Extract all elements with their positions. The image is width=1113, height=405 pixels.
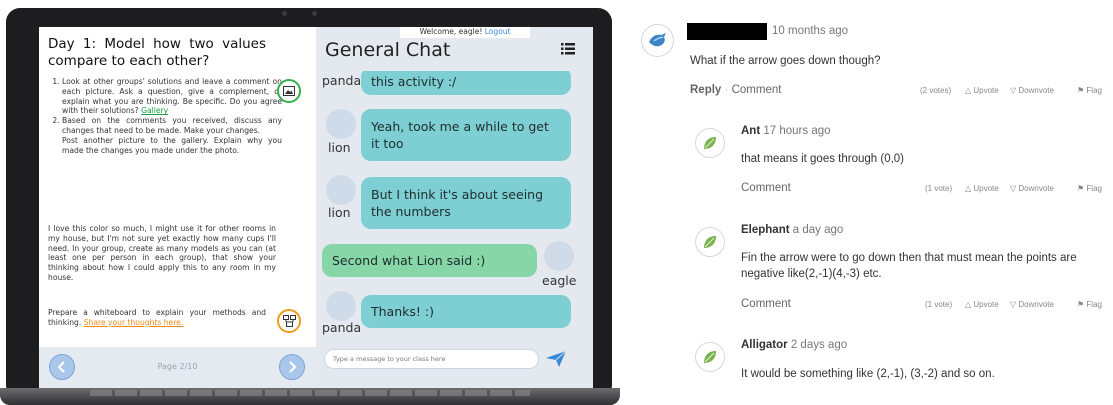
downvote-button[interactable]: ▽ Downvote	[1010, 300, 1054, 309]
post-time: 10 months ago	[772, 25, 849, 37]
reply-author[interactable]: Elephant	[741, 224, 790, 236]
laptop-base	[0, 388, 620, 405]
downvote-button[interactable]: ▽ Downvote	[1010, 184, 1054, 193]
reply-text: It would be something like (2,-1), (3,-2…	[741, 368, 995, 380]
flag-button[interactable]: ⚑ Flag	[1077, 184, 1102, 193]
comment-link[interactable]: Comment	[741, 298, 791, 310]
lesson-paragraph: I love this color so much, I might use i…	[48, 224, 276, 282]
welcome-banner: Welcome, eagle! Logout	[400, 27, 530, 38]
prepare-paragraph: Prepare a whiteboard to explain your met…	[48, 308, 266, 327]
comment-link[interactable]: Comment	[732, 84, 782, 96]
flag-button[interactable]: ⚑ Flag	[1077, 300, 1102, 309]
chat-title: General Chat	[325, 39, 451, 61]
gallery-icon[interactable]	[277, 79, 301, 103]
vote-count: (1 vote)	[925, 184, 953, 193]
avatar	[326, 175, 356, 205]
chat-message: But I think it's about seeing the number…	[361, 177, 571, 229]
menu-icon[interactable]	[561, 43, 575, 55]
redacted-username	[687, 23, 767, 40]
bird-icon	[648, 32, 666, 46]
camera-dot	[282, 11, 287, 16]
next-arrow-icon	[289, 361, 297, 373]
reply-meta: Elephant a day ago	[741, 224, 844, 236]
chat-message: this activity :/	[361, 67, 571, 95]
leaf-icon	[704, 137, 716, 149]
comment-thread: 10 months ago What if the arrow goes dow…	[620, 0, 1113, 405]
flag-button[interactable]: ⚑ Flag	[1077, 86, 1102, 95]
sensor-dot	[312, 11, 317, 16]
avatar	[326, 291, 356, 321]
page-nav: Page 2/10	[39, 347, 316, 389]
own-chat-message: Second what Lion said :)	[322, 244, 537, 277]
avatar	[695, 227, 725, 257]
step-1: Look at other groups' solutions and leav…	[62, 77, 282, 116]
page-label: Page 2/10	[157, 362, 198, 371]
message-user: panda	[322, 73, 362, 88]
downvote-button[interactable]: ▽ Downvote	[1010, 86, 1054, 95]
chat-message: Thanks! :)	[361, 295, 571, 328]
upvote-button[interactable]: △ Upvote	[965, 300, 999, 309]
vote-count: (2 votes)	[920, 86, 952, 95]
chat-input[interactable]: Type a message to your class here	[324, 349, 539, 369]
vote-count: (1 vote)	[925, 300, 953, 309]
laptop-screen: Day 1: Model how two values compare to e…	[39, 27, 593, 389]
reply-author[interactable]: Alligator	[741, 339, 788, 351]
lesson-pane: Day 1: Model how two values compare to e…	[39, 27, 316, 389]
leaf-icon	[704, 351, 716, 363]
reply-author[interactable]: Ant	[741, 125, 760, 137]
comment-link[interactable]: Comment	[741, 182, 791, 194]
laptop-frame: Day 1: Model how two values compare to e…	[0, 0, 620, 405]
chat-pane: panda this activity :/ lion Yeah, took m…	[316, 27, 593, 389]
avatar	[544, 241, 574, 271]
whiteboard-icon[interactable]	[277, 309, 301, 333]
reply-link[interactable]: Reply	[690, 84, 721, 96]
logout-link[interactable]: Logout	[485, 27, 511, 36]
message-user: lion	[328, 205, 351, 220]
post-actions: Reply · Comment	[690, 84, 782, 96]
step-2: Based on the comments you received, disc…	[62, 116, 282, 155]
chat-message: Yeah, took me a while to get it too	[361, 109, 571, 161]
reply-meta: Ant 17 hours ago	[741, 125, 831, 137]
reply-text: that means it goes through (0,0)	[741, 153, 905, 165]
reply-meta: Alligator 2 days ago	[741, 339, 848, 351]
avatar	[695, 128, 725, 158]
lesson-title: Day 1: Model how two values compare to e…	[48, 36, 266, 69]
send-icon[interactable]	[546, 351, 566, 367]
avatar	[326, 109, 356, 139]
chat-header: Welcome, eagle! Logout General Chat	[316, 27, 593, 71]
lesson-steps: Look at other groups' solutions and leav…	[48, 77, 282, 155]
gallery-link[interactable]: Gallery	[141, 106, 168, 115]
upvote-button[interactable]: △ Upvote	[965, 86, 999, 95]
upvote-button[interactable]: △ Upvote	[965, 184, 999, 193]
share-thoughts-link[interactable]: Share your thoughts here.	[84, 318, 184, 327]
next-page-button[interactable]	[279, 354, 305, 380]
message-user: panda	[322, 320, 362, 335]
reply-text: Fin the arrow were to go down then that …	[741, 252, 1077, 280]
avatar	[641, 24, 674, 57]
leaf-icon	[704, 236, 716, 248]
post-text: What if the arrow goes down though?	[690, 55, 881, 67]
message-user: eagle	[542, 273, 577, 288]
avatar	[695, 342, 725, 372]
message-user: lion	[328, 140, 351, 155]
